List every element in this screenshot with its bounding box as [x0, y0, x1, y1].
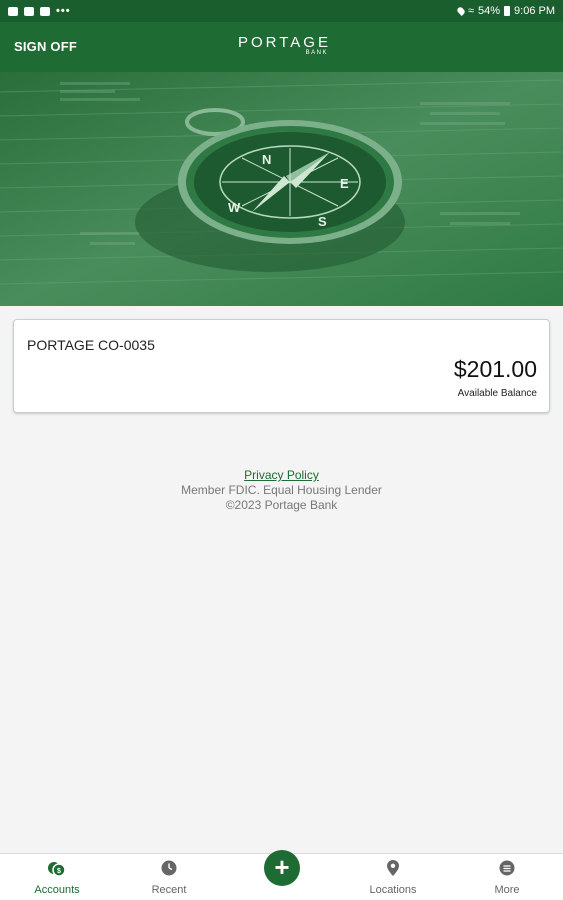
battery-percent: 54% — [478, 5, 501, 17]
notification-icons: ••• — [8, 5, 71, 17]
svg-text:W: W — [228, 200, 241, 215]
svg-text:$: $ — [57, 868, 61, 875]
add-button[interactable]: + — [264, 850, 300, 886]
location-status-icon — [456, 6, 466, 16]
svg-text:E: E — [340, 176, 349, 191]
system-icons: ≈ 54% 9:06 PM — [456, 5, 555, 17]
copyright-text: ©2023 Portage Bank — [225, 498, 338, 512]
nav-more[interactable]: More — [470, 854, 544, 900]
nav-recent-label: Recent — [151, 884, 187, 896]
fdic-notice: Member FDIC. Equal Housing Lender — [181, 483, 382, 497]
account-card[interactable]: PORTAGE CO-0035 $201.00 Available Balanc… — [13, 319, 550, 413]
wifi-call-icon — [24, 6, 34, 16]
privacy-policy-link[interactable]: Privacy Policy — [0, 468, 563, 483]
account-name: PORTAGE CO-0035 — [27, 337, 155, 353]
nav-recent[interactable]: Recent — [132, 854, 206, 900]
location-pin-icon — [387, 860, 399, 876]
nav-locations-label: Locations — [369, 884, 417, 896]
account-balance: $201.00 — [453, 356, 537, 382]
battery-icon — [504, 6, 511, 16]
status-time: 9:06 PM — [514, 5, 555, 17]
sign-off-button[interactable]: SIGN OFF — [14, 39, 77, 54]
available-balance-label: Available Balance — [457, 388, 537, 399]
nav-locations[interactable]: Locations — [356, 854, 430, 900]
footer-info: Privacy Policy Member FDIC. Equal Housin… — [0, 468, 563, 513]
hero-banner-image: N E S W — [0, 72, 563, 306]
compass-illustration: N E S W — [0, 72, 563, 306]
nav-accounts-label: Accounts — [34, 884, 80, 896]
svg-text:S: S — [318, 214, 327, 229]
nav-accounts[interactable]: $ Accounts — [20, 854, 94, 900]
status-bar: ••• ≈ 54% 9:06 PM — [0, 0, 563, 22]
cloud-icon — [40, 6, 50, 16]
wifi-icon: ≈ — [467, 5, 474, 17]
more-menu-icon — [499, 860, 515, 876]
nav-more-label: More — [494, 884, 520, 896]
accounts-icon: $ — [48, 862, 66, 877]
app-header: SIGN OFF PORTAGE BANK — [0, 22, 563, 72]
more-notifications-icon: ••• — [56, 5, 71, 17]
logo-wordmark: PORTAGE — [238, 34, 331, 51]
clock-icon — [161, 860, 177, 876]
svg-text:N: N — [262, 152, 271, 167]
gallery-icon — [8, 6, 18, 16]
portage-bank-logo: PORTAGE BANK — [238, 34, 331, 57]
